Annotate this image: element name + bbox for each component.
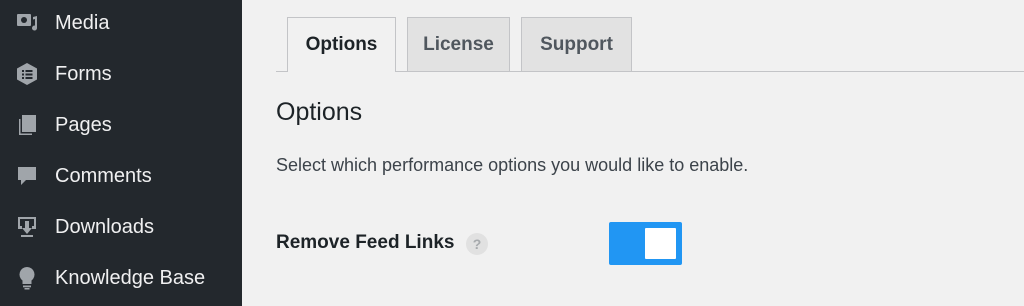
tab-options[interactable]: Options bbox=[287, 17, 396, 72]
downloads-icon bbox=[14, 214, 40, 240]
lightbulb-icon bbox=[14, 265, 40, 291]
help-icon[interactable]: ? bbox=[466, 233, 488, 255]
forms-icon bbox=[14, 61, 40, 87]
sidebar-item-label: Forms bbox=[55, 62, 112, 85]
sidebar-item-label: Knowledge Base bbox=[55, 266, 206, 289]
sidebar-item-media[interactable]: Media bbox=[0, 0, 242, 46]
main-content: Options License Support Options Select w… bbox=[242, 0, 1024, 306]
section-description: Select which performance options you wou… bbox=[276, 155, 749, 175]
sidebar-item-knowledge-base[interactable]: Knowledge Base bbox=[0, 255, 242, 301]
admin-sidebar: Media Forms Pages Comments Downloads Kno… bbox=[0, 0, 242, 306]
sidebar-item-label: Media bbox=[55, 11, 110, 34]
sidebar-item-pages[interactable]: Pages bbox=[0, 102, 242, 148]
sidebar-item-downloads[interactable]: Downloads bbox=[0, 204, 242, 250]
toggle-knob bbox=[645, 228, 676, 259]
tab-support[interactable]: Support bbox=[521, 17, 632, 71]
comments-icon bbox=[14, 163, 40, 189]
sidebar-item-forms[interactable]: Forms bbox=[0, 51, 242, 97]
section-heading: Options bbox=[276, 98, 363, 126]
sidebar-item-comments[interactable]: Comments bbox=[0, 153, 242, 199]
sidebar-item-label: Pages bbox=[55, 113, 112, 136]
sidebar-item-label: Comments bbox=[55, 164, 152, 187]
remove-feed-links-toggle[interactable] bbox=[609, 222, 682, 265]
pages-icon bbox=[14, 112, 40, 138]
media-icon bbox=[14, 10, 40, 36]
tab-license[interactable]: License bbox=[407, 17, 510, 71]
remove-feed-links-label: Remove Feed Links bbox=[276, 232, 455, 253]
sidebar-item-label: Downloads bbox=[55, 215, 154, 238]
